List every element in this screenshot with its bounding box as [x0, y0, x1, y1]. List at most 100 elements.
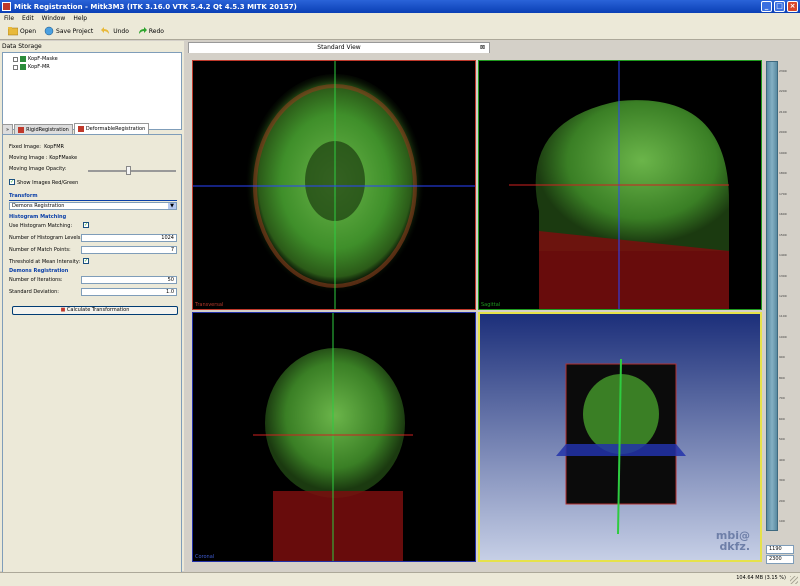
- resize-grip-icon[interactable]: [790, 576, 798, 584]
- moving-image-label: Moving Image : KopFMaske: [9, 155, 78, 161]
- use-histogram-checkbox[interactable]: ✓: [83, 222, 89, 228]
- menu-window[interactable]: Window: [42, 15, 66, 23]
- threshold-checkbox[interactable]: ✓: [83, 258, 89, 264]
- visibility-checkbox[interactable]: [13, 64, 18, 70]
- scale-tick-label: 1200: [779, 294, 787, 298]
- scale-tick-label: 1300: [779, 273, 787, 278]
- scale-tick-label: 900: [779, 355, 785, 360]
- level-input[interactable]: 1190: [766, 545, 794, 554]
- coronal-view[interactable]: Coronal: [192, 312, 476, 562]
- registration-icon: [77, 126, 84, 132]
- tab-label: RigidRegistration: [26, 126, 69, 133]
- scale-tick-label: 2100: [779, 109, 787, 114]
- scale-tick-label: 1900: [779, 150, 787, 155]
- data-node[interactable]: KopF-MR: [13, 64, 50, 70]
- scale-tick-label: 1000: [779, 334, 787, 339]
- undo-label: Undo: [113, 27, 129, 35]
- 3d-view[interactable]: mbi@ dkfz.: [478, 312, 762, 562]
- data-storage-title: Data Storage: [2, 43, 42, 50]
- open-button[interactable]: Open: [8, 26, 36, 36]
- data-node-label: KopF-MR: [28, 64, 50, 70]
- registration-icon: [18, 126, 25, 133]
- moving-image-value: KopFMaske: [49, 155, 78, 161]
- threshold-label: Threshold at Mean Intensity:: [9, 259, 81, 265]
- close-button[interactable]: ×: [787, 1, 798, 12]
- std-deviation-input[interactable]: 1.0: [81, 288, 177, 296]
- redo-icon: [138, 27, 147, 34]
- image-icon: [20, 56, 26, 62]
- open-label: Open: [20, 27, 37, 35]
- window-title: Mitk Registration - Mitk3M3 (ITK 3.16.0 …: [14, 3, 297, 11]
- transversal-image: [193, 61, 475, 309]
- level-window-slider[interactable]: [766, 61, 778, 531]
- scale-tick-label: 300: [779, 478, 785, 483]
- plugin-tabs: » RigidRegistration DeformableRegistrati…: [0, 122, 184, 134]
- maximize-button[interactable]: □: [774, 1, 785, 12]
- sagittal-label: Sagittal: [481, 302, 501, 308]
- calculate-transformation-button[interactable]: ■ Calculate Transformation: [12, 306, 178, 315]
- dkfz-logo: mbi@ dkfz.: [715, 529, 750, 553]
- undo-button[interactable]: Undo: [101, 26, 129, 36]
- memory-usage: 104.64 MB (3.15 %): [736, 575, 786, 581]
- histogram-section-title: Histogram Matching: [9, 214, 67, 220]
- sagittal-view[interactable]: Sagittal: [478, 60, 762, 310]
- image-icon: [20, 64, 26, 70]
- transversal-view[interactable]: Transversal: [192, 60, 476, 310]
- save-project-button[interactable]: Save Project: [44, 26, 93, 36]
- undo-icon: [101, 27, 110, 34]
- scale-tick-label: 200: [779, 498, 785, 503]
- opacity-slider-handle[interactable]: [125, 166, 131, 175]
- menu-edit[interactable]: Edit: [22, 15, 34, 23]
- tab-standard-view[interactable]: Standard View ⊠: [188, 42, 490, 53]
- show-red-green-checkbox[interactable]: ✓: [9, 179, 15, 185]
- render-window-area: Transversal Sagittal Coronal mbi@ dkfz.: [188, 54, 766, 566]
- opacity-label: Moving Image Opacity:: [9, 166, 67, 172]
- 3d-render-image: [556, 358, 686, 535]
- window-input[interactable]: 2300: [766, 555, 794, 564]
- chevron-down-icon: ▼: [168, 203, 176, 209]
- transversal-label: Transversal: [195, 302, 224, 308]
- tab-rigid-registration[interactable]: RigidRegistration: [14, 124, 73, 134]
- save-icon: [44, 26, 54, 36]
- menu-help[interactable]: Help: [73, 15, 87, 23]
- transform-section-title: Transform: [9, 193, 38, 199]
- redo-button[interactable]: Redo: [137, 26, 164, 36]
- fixed-image-value: KopFMR: [44, 144, 65, 150]
- histogram-levels-label: Number of Histogram Levels:: [9, 235, 83, 241]
- data-node[interactable]: KopF-Maske: [13, 56, 58, 62]
- scale-tick-label: 600: [779, 416, 785, 421]
- match-points-input[interactable]: 7: [81, 246, 177, 254]
- coronal-image: [253, 313, 413, 561]
- redo-label: Redo: [148, 27, 164, 35]
- title-bar: Mitk Registration - Mitk3M3 (ITK 3.16.0 …: [0, 0, 800, 13]
- calculate-label: Calculate Transformation: [66, 307, 130, 313]
- coronal-label: Coronal: [195, 554, 215, 560]
- close-icon[interactable]: ⊠: [480, 43, 485, 53]
- scale-tick-label: 2200: [779, 89, 787, 94]
- visibility-checkbox[interactable]: [13, 56, 18, 62]
- scale-tick-label: 1600: [779, 212, 787, 217]
- use-histogram-label: Use Histogram Matching:: [9, 223, 73, 229]
- scale-tick-label: 400: [779, 457, 785, 462]
- minimize-button[interactable]: _: [761, 1, 772, 12]
- match-points-label: Number of Match Points:: [9, 247, 71, 253]
- tab-deformable-registration[interactable]: DeformableRegistration: [73, 123, 150, 134]
- iterations-input[interactable]: 50: [81, 276, 177, 284]
- fixed-image-label: Fixed Image: KopFMR: [9, 144, 65, 150]
- left-panel: Data Storage KopF-Maske KopF-MR » RigidR…: [0, 41, 184, 577]
- sagittal-image: [509, 61, 729, 309]
- app-icon: [2, 2, 11, 11]
- calculate-icon: ■: [60, 307, 66, 313]
- opacity-slider[interactable]: [88, 170, 176, 172]
- scale-tick-label: 1100: [779, 314, 787, 319]
- transform-select[interactable]: Demons Registration ▼: [9, 202, 177, 210]
- scale-tick-label: 1400: [779, 253, 787, 258]
- histogram-levels-input[interactable]: 1024: [81, 234, 177, 242]
- tab-overflow[interactable]: »: [2, 124, 14, 134]
- scale-tick-label: 1500: [779, 232, 787, 237]
- scale-tick-label: 2000: [779, 130, 787, 135]
- data-storage-list[interactable]: KopF-Maske KopF-MR: [2, 52, 182, 130]
- menu-file[interactable]: File: [4, 15, 14, 23]
- std-deviation-label: Standard Deviation:: [9, 289, 59, 295]
- main-toolbar: Open Save Project Undo Redo: [0, 23, 800, 40]
